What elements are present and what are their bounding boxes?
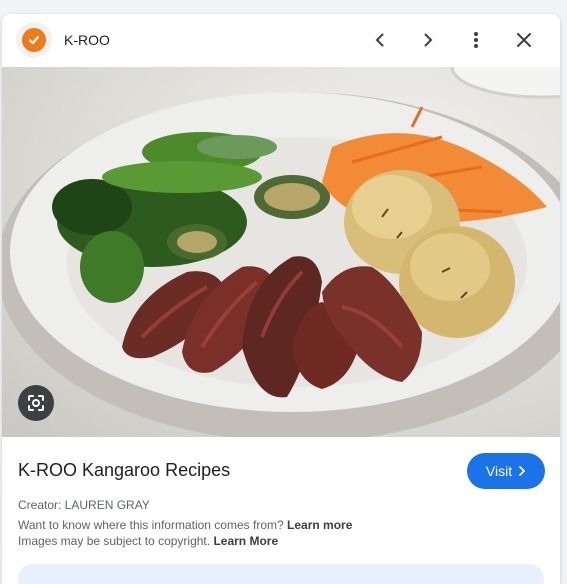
copyright-text: Images may be subject to copyright.	[18, 534, 211, 548]
google-lens-icon	[28, 395, 44, 411]
info-source-line: Want to know where this information come…	[18, 518, 352, 532]
site-name[interactable]: K-ROO	[64, 32, 110, 48]
more-options-button[interactable]	[462, 26, 490, 54]
creator-text: Creator: LAUREN GRAY	[18, 498, 150, 512]
check-circle-icon	[22, 28, 46, 52]
food-photo	[2, 67, 560, 437]
chevron-right-icon	[424, 33, 433, 47]
bottom-action-strip[interactable]	[18, 564, 544, 584]
copyright-learn-more-link[interactable]: Learn More	[213, 534, 278, 548]
preview-header: K-ROO	[2, 14, 560, 66]
chevron-right-icon	[519, 466, 526, 476]
close-icon	[517, 33, 531, 47]
learn-more-link[interactable]: Learn more	[287, 518, 352, 532]
info-source-text: Want to know where this information come…	[18, 518, 284, 532]
visit-label: Visit	[485, 463, 513, 479]
preview-image[interactable]	[2, 67, 560, 437]
more-vert-icon	[474, 32, 478, 48]
chevron-left-icon	[375, 33, 384, 47]
visit-button[interactable]: Visit	[467, 453, 545, 489]
google-lens-button[interactable]	[18, 385, 54, 421]
copyright-line: Images may be subject to copyright. Lear…	[18, 534, 278, 548]
previous-button[interactable]	[366, 26, 394, 54]
image-preview-panel: K-ROO K-ROO Kangaroo Recipes Visit Creat…	[2, 14, 560, 584]
result-title[interactable]: K-ROO Kangaroo Recipes	[18, 460, 230, 481]
next-button[interactable]	[414, 26, 442, 54]
site-logo[interactable]	[16, 22, 52, 58]
close-button[interactable]	[510, 26, 538, 54]
